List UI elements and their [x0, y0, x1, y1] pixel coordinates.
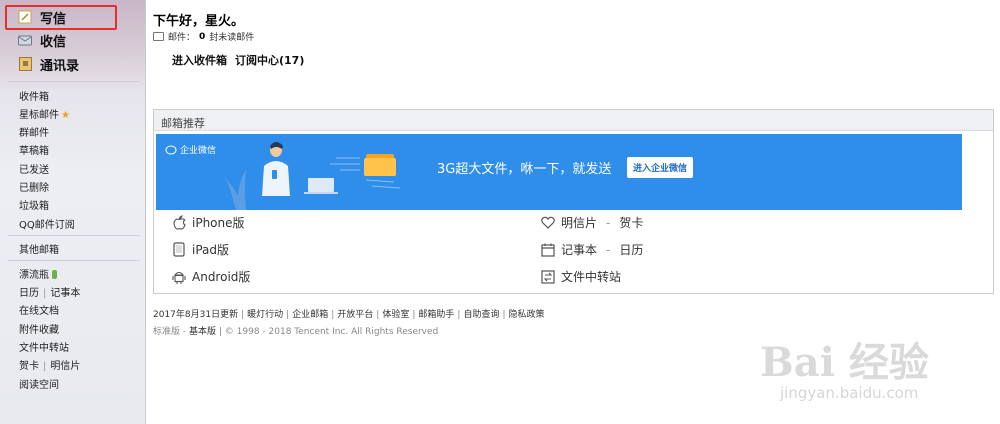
unread-link[interactable]: 封未读邮件 — [209, 30, 254, 43]
footer-link[interactable]: 自助查询 — [463, 310, 499, 320]
sidebar-item-inbox[interactable]: 收件箱 — [19, 88, 49, 103]
baidu-watermark-url: jingyan.baidu.com — [780, 384, 919, 402]
sidebar-item-transfer[interactable]: 文件中转站 — [19, 339, 69, 354]
sidebar-item-reading[interactable]: 阅读空间 — [19, 376, 59, 391]
postcard-link[interactable]: 明信片 — [50, 361, 80, 372]
enter-wework-button[interactable]: 进入企业微信 — [627, 157, 694, 178]
sidebar-item-cards: 贺卡 | 明信片 — [19, 361, 81, 372]
pencil-icon — [18, 10, 32, 24]
address-book-icon — [18, 57, 32, 71]
banner-slogan: 3G超大文件，咻一下，就发送 — [437, 162, 612, 177]
contacts-label: 通讯录 — [40, 58, 80, 74]
divider — [8, 81, 140, 82]
sidebar: 写信 收信 通讯录 收件箱 星标邮件 ★ 群邮件 草稿箱 已发送 已删除 垃圾箱 … — [0, 0, 146, 424]
notes-app-link[interactable]: 记事本 - 日历 — [541, 241, 643, 258]
subscription-center-link[interactable]: 订阅中心(17) — [235, 52, 304, 68]
footer-link[interactable]: 隐私政策 — [509, 310, 545, 320]
banner-illustration — [224, 142, 401, 210]
sidebar-item-attachments[interactable]: 附件收藏 — [19, 321, 59, 336]
quick-links: 进入收件箱 订阅中心(17) — [172, 52, 304, 68]
divider — [8, 260, 140, 261]
divider — [8, 235, 140, 236]
apple-icon — [172, 215, 186, 230]
notes-link[interactable]: 记事本 — [50, 288, 80, 299]
footer-link[interactable]: 体验室 — [382, 310, 409, 320]
card-link[interactable]: 贺卡 — [19, 361, 39, 372]
bottle-icon — [52, 270, 57, 279]
star-icon: ★ — [61, 110, 70, 121]
mail-summary: 邮件： 0 封未读邮件 — [153, 30, 254, 43]
tablet-icon — [172, 242, 186, 257]
contacts-button[interactable]: 通讯录 — [18, 53, 79, 75]
wework-logo-icon — [165, 145, 177, 154]
compose-label: 写信 — [40, 11, 67, 27]
ipad-app-link[interactable]: iPad版 — [172, 241, 229, 258]
sidebar-item-bottle[interactable]: 漂流瓶 — [19, 266, 57, 281]
footer-update-link[interactable]: 2017年8月31日更新 — [153, 310, 238, 320]
sidebar-item-drafts[interactable]: 草稿箱 — [19, 142, 49, 157]
android-app-link[interactable]: Android版 — [172, 268, 250, 285]
footer-links: 2017年8月31日更新 | 暖灯行动 | 企业邮箱 | 开放平台 | 体验室 | 邮箱助手 | 自助查… — [153, 310, 545, 320]
envelope-icon — [153, 32, 164, 41]
iphone-app-link[interactable]: iPhone版 — [172, 214, 245, 231]
sidebar-item-group[interactable]: 群邮件 — [19, 124, 49, 139]
inbox-icon — [18, 33, 32, 47]
copyright-text: © 1998 - 2018 Tencent Inc. All Rights Re… — [224, 327, 439, 337]
sidebar-item-docs[interactable]: 在线文档 — [19, 302, 59, 317]
recommend-panel: 邮箱推荐 企业微信 3G超大文件，咻一下，就发送 进入企业微信 iPhone版 … — [153, 109, 994, 294]
baidu-watermark: Bai 经验 — [760, 339, 929, 386]
sidebar-item-deleted[interactable]: 已删除 — [19, 179, 49, 194]
calendar-link[interactable]: 日历 — [19, 288, 39, 299]
unread-count: 0 — [199, 31, 206, 42]
sidebar-item-spam[interactable]: 垃圾箱 — [19, 197, 49, 212]
footer-copyright: 标准版 - 基本版 | © 1998 - 2018 Tencent Inc. A… — [153, 327, 439, 337]
greeting: 下午好，星火。 — [153, 14, 245, 29]
wework-brand: 企业微信 — [165, 143, 216, 156]
footer-link[interactable]: 开放平台 — [337, 310, 373, 320]
sidebar-item-subscription[interactable]: QQ邮件订阅 — [19, 216, 75, 231]
footer-link[interactable]: 邮箱助手 — [418, 310, 454, 320]
sidebar-item-sent[interactable]: 已发送 — [19, 161, 49, 176]
sidebar-item-other-mailbox[interactable]: 其他邮箱 — [19, 241, 59, 256]
inbox-label: 收信 — [40, 34, 67, 50]
heart-icon — [541, 215, 555, 230]
standard-version-link[interactable]: 标准版 — [153, 327, 180, 337]
inbox-button[interactable]: 收信 — [18, 29, 66, 51]
transfer-app-link[interactable]: 文件中转站 — [541, 268, 621, 285]
basic-version-link[interactable]: 基本版 — [189, 327, 216, 337]
wework-banner[interactable]: 企业微信 3G超大文件，咻一下，就发送 进入企业微信 — [156, 134, 962, 210]
footer-link[interactable]: 暖灯行动 — [247, 310, 283, 320]
sidebar-item-starred[interactable]: 星标邮件 ★ — [19, 106, 70, 121]
recommend-title: 邮箱推荐 — [154, 110, 993, 131]
calendar-icon — [541, 242, 555, 257]
footer-link[interactable]: 企业邮箱 — [292, 310, 328, 320]
enter-inbox-link[interactable]: 进入收件箱 — [172, 52, 227, 68]
sidebar-item-calendar-notes: 日历 | 记事本 — [19, 288, 81, 299]
compose-button[interactable]: 写信 — [18, 6, 66, 28]
transfer-icon — [541, 269, 555, 284]
android-icon — [172, 269, 186, 284]
postcard-app-link[interactable]: 明信片 - 贺卡 — [541, 214, 643, 231]
